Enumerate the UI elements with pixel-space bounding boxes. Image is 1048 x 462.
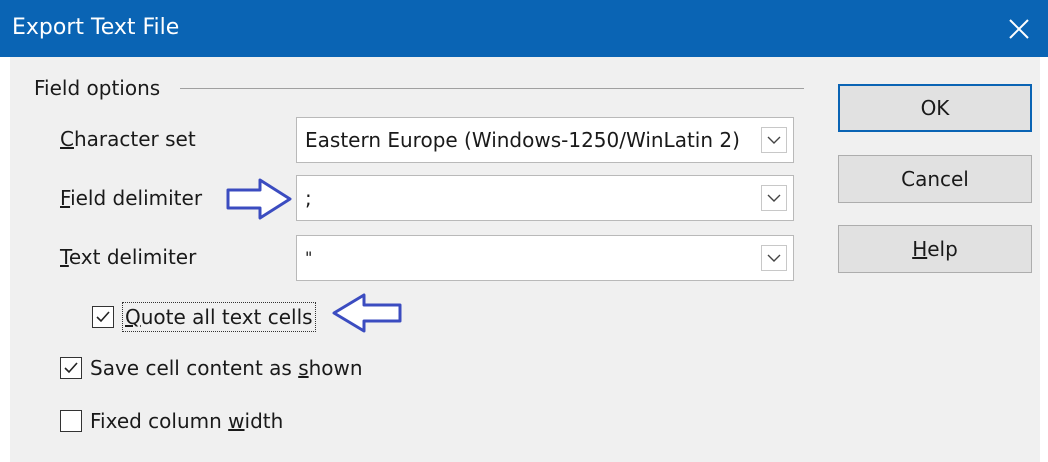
text-delimiter-value: " <box>305 248 313 267</box>
character-set-label: Character set <box>60 127 196 151</box>
character-set-select[interactable]: Eastern Europe (Windows-1250/WinLatin 2) <box>296 117 794 163</box>
window-border-right <box>1040 57 1048 462</box>
field-delimiter-select[interactable]: ; <box>296 175 794 221</box>
field-delimiter-dropdown-button[interactable] <box>761 185 787 211</box>
field-delimiter-value: ; <box>305 186 312 210</box>
text-delimiter-dropdown-button[interactable] <box>761 245 787 271</box>
text-delimiter-label: Text delimiter <box>60 245 197 269</box>
character-set-value: Eastern Europe (Windows-1250/WinLatin 2) <box>305 128 740 152</box>
fixed-column-width-row[interactable]: Fixed column width <box>60 407 283 435</box>
window-border-left <box>0 57 10 462</box>
arrow-annotation-icon <box>332 293 402 333</box>
quote-all-checkbox[interactable] <box>92 306 114 328</box>
cancel-button[interactable]: Cancel <box>838 155 1032 203</box>
close-icon <box>1009 18 1029 39</box>
chevron-down-icon <box>767 254 781 262</box>
close-button[interactable] <box>990 0 1048 57</box>
check-icon <box>96 311 110 323</box>
quote-all-text-cells-row[interactable]: Quote all text cells <box>92 302 316 332</box>
check-icon <box>64 362 78 374</box>
save-as-shown-label: Save cell content as shown <box>90 356 363 380</box>
window-title: Export Text File <box>12 15 180 40</box>
help-button[interactable]: Help <box>838 225 1032 273</box>
arrow-annotation-icon <box>226 178 292 220</box>
save-as-shown-row[interactable]: Save cell content as shown <box>60 354 363 382</box>
text-delimiter-select[interactable]: " <box>296 235 794 281</box>
chevron-down-icon <box>767 194 781 202</box>
group-separator <box>180 88 804 89</box>
save-as-shown-checkbox[interactable] <box>60 357 82 379</box>
quote-all-label: Quote all text cells <box>122 302 316 332</box>
fixed-column-width-checkbox[interactable] <box>60 410 82 432</box>
fixed-column-width-label: Fixed column width <box>90 409 284 433</box>
ok-button[interactable]: OK <box>838 84 1032 132</box>
chevron-down-icon <box>767 136 781 144</box>
title-bar: Export Text File <box>0 0 1048 57</box>
field-delimiter-label: Field delimiter <box>60 186 203 210</box>
field-options-title: Field options <box>34 76 161 100</box>
character-set-dropdown-button[interactable] <box>761 127 787 153</box>
